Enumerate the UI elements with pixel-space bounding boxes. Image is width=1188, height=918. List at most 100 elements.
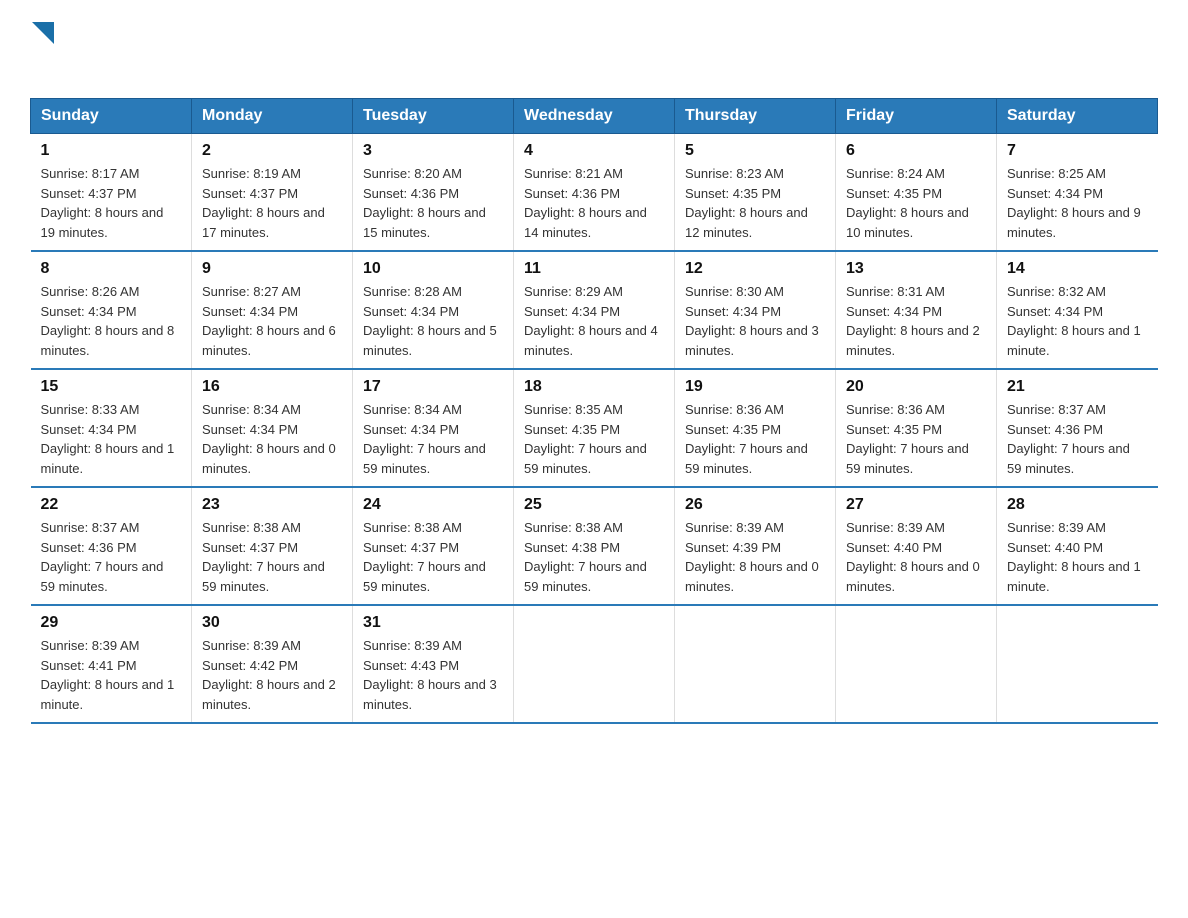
day-number: 9 (202, 260, 342, 278)
day-info: Sunrise: 8:35 AMSunset: 4:35 PMDaylight:… (524, 402, 647, 476)
day-cell: 19 Sunrise: 8:36 AMSunset: 4:35 PMDaylig… (675, 369, 836, 487)
day-info: Sunrise: 8:23 AMSunset: 4:35 PMDaylight:… (685, 166, 808, 240)
day-cell: 20 Sunrise: 8:36 AMSunset: 4:35 PMDaylig… (836, 369, 997, 487)
day-info: Sunrise: 8:39 AMSunset: 4:41 PMDaylight:… (41, 638, 175, 712)
day-number: 6 (846, 142, 986, 160)
day-cell: 31 Sunrise: 8:39 AMSunset: 4:43 PMDaylig… (353, 605, 514, 723)
day-cell: 27 Sunrise: 8:39 AMSunset: 4:40 PMDaylig… (836, 487, 997, 605)
day-cell: 9 Sunrise: 8:27 AMSunset: 4:34 PMDayligh… (192, 251, 353, 369)
day-cell: 18 Sunrise: 8:35 AMSunset: 4:35 PMDaylig… (514, 369, 675, 487)
day-cell: 30 Sunrise: 8:39 AMSunset: 4:42 PMDaylig… (192, 605, 353, 723)
day-number: 22 (41, 496, 182, 514)
week-row-5: 29 Sunrise: 8:39 AMSunset: 4:41 PMDaylig… (31, 605, 1158, 723)
day-number: 16 (202, 378, 342, 396)
day-info: Sunrise: 8:25 AMSunset: 4:34 PMDaylight:… (1007, 166, 1141, 240)
day-info: Sunrise: 8:17 AMSunset: 4:37 PMDaylight:… (41, 166, 164, 240)
day-number: 5 (685, 142, 825, 160)
day-info: Sunrise: 8:36 AMSunset: 4:35 PMDaylight:… (846, 402, 969, 476)
day-number: 31 (363, 614, 503, 632)
day-cell: 3 Sunrise: 8:20 AMSunset: 4:36 PMDayligh… (353, 134, 514, 252)
page-header (30, 20, 1158, 78)
day-number: 30 (202, 614, 342, 632)
day-cell: 25 Sunrise: 8:38 AMSunset: 4:38 PMDaylig… (514, 487, 675, 605)
day-number: 17 (363, 378, 503, 396)
day-cell: 24 Sunrise: 8:38 AMSunset: 4:37 PMDaylig… (353, 487, 514, 605)
day-number: 25 (524, 496, 664, 514)
day-cell: 11 Sunrise: 8:29 AMSunset: 4:34 PMDaylig… (514, 251, 675, 369)
header-tuesday: Tuesday (353, 99, 514, 134)
day-info: Sunrise: 8:34 AMSunset: 4:34 PMDaylight:… (202, 402, 336, 476)
day-cell: 1 Sunrise: 8:17 AMSunset: 4:37 PMDayligh… (31, 134, 192, 252)
day-cell: 7 Sunrise: 8:25 AMSunset: 4:34 PMDayligh… (997, 134, 1158, 252)
day-info: Sunrise: 8:24 AMSunset: 4:35 PMDaylight:… (846, 166, 969, 240)
header-monday: Monday (192, 99, 353, 134)
day-number: 20 (846, 378, 986, 396)
day-info: Sunrise: 8:32 AMSunset: 4:34 PMDaylight:… (1007, 284, 1141, 358)
day-number: 1 (41, 142, 182, 160)
header-thursday: Thursday (675, 99, 836, 134)
week-row-1: 1 Sunrise: 8:17 AMSunset: 4:37 PMDayligh… (31, 134, 1158, 252)
day-cell: 29 Sunrise: 8:39 AMSunset: 4:41 PMDaylig… (31, 605, 192, 723)
day-number: 27 (846, 496, 986, 514)
week-row-3: 15 Sunrise: 8:33 AMSunset: 4:34 PMDaylig… (31, 369, 1158, 487)
header-sunday: Sunday (31, 99, 192, 134)
day-info: Sunrise: 8:37 AMSunset: 4:36 PMDaylight:… (41, 520, 164, 594)
day-cell: 13 Sunrise: 8:31 AMSunset: 4:34 PMDaylig… (836, 251, 997, 369)
day-cell: 14 Sunrise: 8:32 AMSunset: 4:34 PMDaylig… (997, 251, 1158, 369)
day-info: Sunrise: 8:39 AMSunset: 4:39 PMDaylight:… (685, 520, 819, 594)
day-info: Sunrise: 8:39 AMSunset: 4:40 PMDaylight:… (1007, 520, 1141, 594)
day-cell: 4 Sunrise: 8:21 AMSunset: 4:36 PMDayligh… (514, 134, 675, 252)
day-cell: 2 Sunrise: 8:19 AMSunset: 4:37 PMDayligh… (192, 134, 353, 252)
day-info: Sunrise: 8:30 AMSunset: 4:34 PMDaylight:… (685, 284, 819, 358)
calendar-table: SundayMondayTuesdayWednesdayThursdayFrid… (30, 98, 1158, 724)
day-number: 4 (524, 142, 664, 160)
day-cell: 16 Sunrise: 8:34 AMSunset: 4:34 PMDaylig… (192, 369, 353, 487)
day-info: Sunrise: 8:37 AMSunset: 4:36 PMDaylight:… (1007, 402, 1130, 476)
day-info: Sunrise: 8:38 AMSunset: 4:38 PMDaylight:… (524, 520, 647, 594)
day-info: Sunrise: 8:29 AMSunset: 4:34 PMDaylight:… (524, 284, 658, 358)
day-info: Sunrise: 8:38 AMSunset: 4:37 PMDaylight:… (202, 520, 325, 594)
calendar-header-row: SundayMondayTuesdayWednesdayThursdayFrid… (31, 99, 1158, 134)
day-cell: 12 Sunrise: 8:30 AMSunset: 4:34 PMDaylig… (675, 251, 836, 369)
day-cell: 21 Sunrise: 8:37 AMSunset: 4:36 PMDaylig… (997, 369, 1158, 487)
day-cell (514, 605, 675, 723)
day-info: Sunrise: 8:19 AMSunset: 4:37 PMDaylight:… (202, 166, 325, 240)
day-cell: 23 Sunrise: 8:38 AMSunset: 4:37 PMDaylig… (192, 487, 353, 605)
header-saturday: Saturday (997, 99, 1158, 134)
day-info: Sunrise: 8:33 AMSunset: 4:34 PMDaylight:… (41, 402, 175, 476)
day-number: 26 (685, 496, 825, 514)
day-number: 11 (524, 260, 664, 278)
day-number: 15 (41, 378, 182, 396)
day-number: 12 (685, 260, 825, 278)
logo-arrow-icon (32, 22, 54, 44)
day-cell: 15 Sunrise: 8:33 AMSunset: 4:34 PMDaylig… (31, 369, 192, 487)
day-info: Sunrise: 8:21 AMSunset: 4:36 PMDaylight:… (524, 166, 647, 240)
day-number: 2 (202, 142, 342, 160)
day-cell: 28 Sunrise: 8:39 AMSunset: 4:40 PMDaylig… (997, 487, 1158, 605)
day-number: 13 (846, 260, 986, 278)
day-number: 10 (363, 260, 503, 278)
day-number: 3 (363, 142, 503, 160)
day-cell: 5 Sunrise: 8:23 AMSunset: 4:35 PMDayligh… (675, 134, 836, 252)
day-cell (675, 605, 836, 723)
day-number: 23 (202, 496, 342, 514)
day-cell (836, 605, 997, 723)
week-row-4: 22 Sunrise: 8:37 AMSunset: 4:36 PMDaylig… (31, 487, 1158, 605)
day-cell (997, 605, 1158, 723)
day-info: Sunrise: 8:38 AMSunset: 4:37 PMDaylight:… (363, 520, 486, 594)
day-info: Sunrise: 8:36 AMSunset: 4:35 PMDaylight:… (685, 402, 808, 476)
day-cell: 10 Sunrise: 8:28 AMSunset: 4:34 PMDaylig… (353, 251, 514, 369)
day-cell: 8 Sunrise: 8:26 AMSunset: 4:34 PMDayligh… (31, 251, 192, 369)
day-info: Sunrise: 8:20 AMSunset: 4:36 PMDaylight:… (363, 166, 486, 240)
day-number: 14 (1007, 260, 1148, 278)
day-number: 19 (685, 378, 825, 396)
day-number: 8 (41, 260, 182, 278)
logo (30, 20, 54, 78)
day-info: Sunrise: 8:26 AMSunset: 4:34 PMDaylight:… (41, 284, 175, 358)
header-friday: Friday (836, 99, 997, 134)
day-info: Sunrise: 8:31 AMSunset: 4:34 PMDaylight:… (846, 284, 980, 358)
day-number: 18 (524, 378, 664, 396)
day-info: Sunrise: 8:39 AMSunset: 4:40 PMDaylight:… (846, 520, 980, 594)
day-info: Sunrise: 8:39 AMSunset: 4:42 PMDaylight:… (202, 638, 336, 712)
header-wednesday: Wednesday (514, 99, 675, 134)
